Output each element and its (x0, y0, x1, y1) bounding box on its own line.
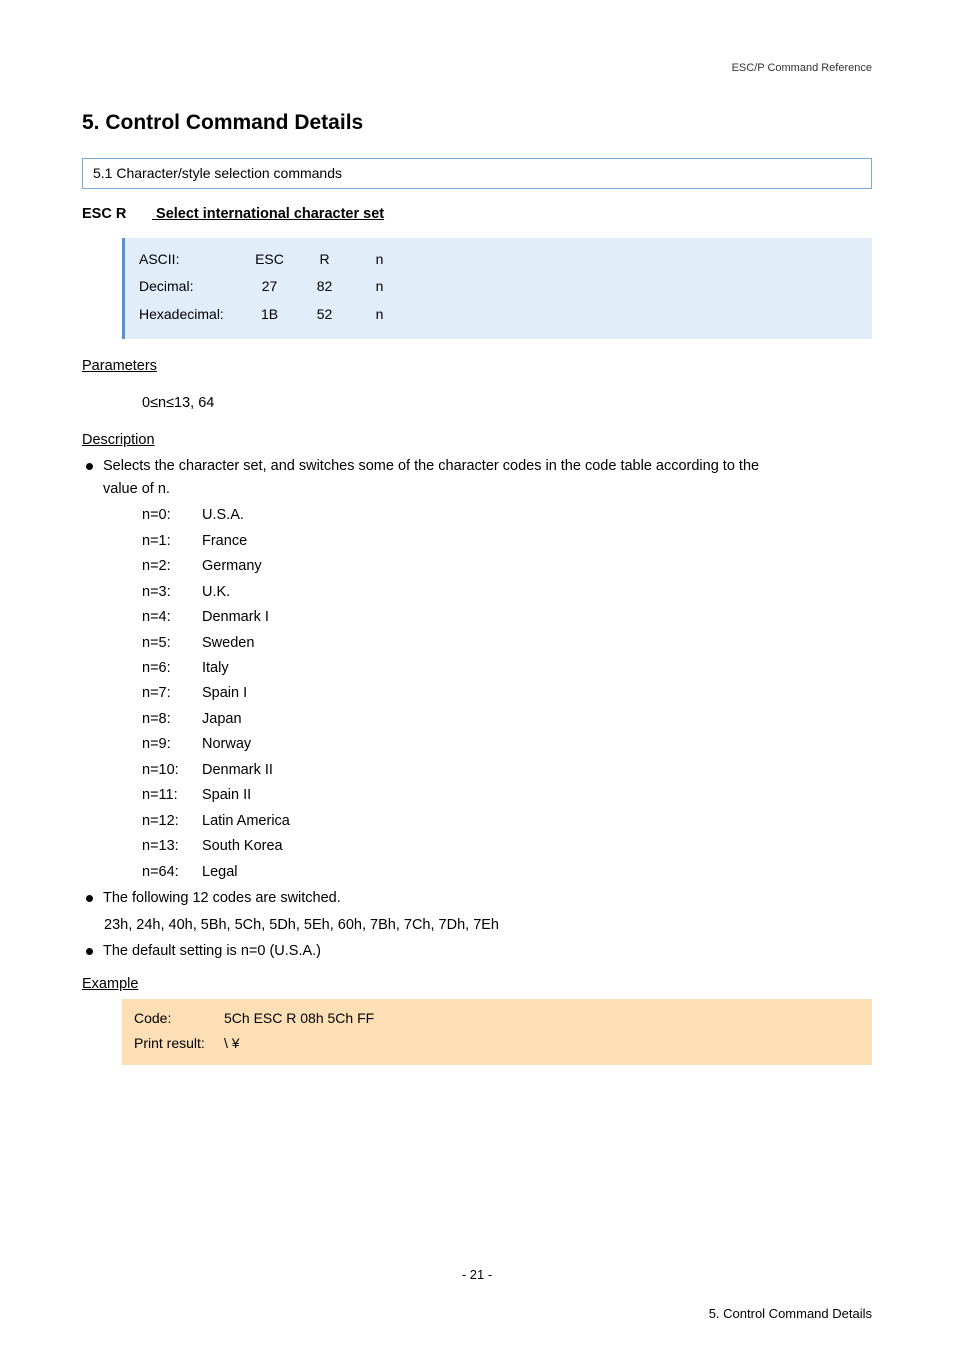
code-cell: n (359, 301, 414, 329)
charset-key: n=10: (142, 759, 202, 781)
bullet-text-line1: Selects the character set, and switches … (103, 458, 759, 474)
bullet-text: The following 12 codes are switched. (103, 887, 872, 909)
list-item: n=64:Legal (142, 861, 872, 883)
charset-value: France (202, 530, 247, 552)
list-item: n=2:Germany (142, 555, 872, 577)
description-heading: Description (82, 429, 872, 451)
bullet-icon (86, 463, 93, 470)
description-bullet-1: Selects the character set, and switches … (82, 455, 872, 500)
section-header-bar: 5.1 Character/style selection commands (82, 158, 872, 190)
code-cell: n (359, 246, 414, 274)
example-box: Code: 5Ch ESC R 08h 5Ch FF Print result:… (122, 999, 872, 1065)
charset-value: Italy (202, 657, 229, 679)
charset-value: Sweden (202, 632, 254, 654)
bullet-text: Selects the character set, and switches … (103, 455, 872, 500)
charset-key: n=12: (142, 810, 202, 832)
code-values-table: ASCII: ESC R n Decimal: 27 82 n Hexadeci… (139, 246, 414, 329)
charset-key: n=13: (142, 835, 202, 857)
code-cell: 82 (304, 273, 359, 301)
charset-key: n=2: (142, 555, 202, 577)
charset-value: Denmark I (202, 606, 269, 628)
example-code-label: Code: (134, 1008, 224, 1030)
example-code-value: 5Ch ESC R 08h 5Ch FF (224, 1008, 374, 1030)
page-number: - 21 - (82, 1265, 872, 1285)
charset-value: U.K. (202, 581, 230, 603)
list-item: n=1:France (142, 530, 872, 552)
example-heading: Example (82, 973, 872, 995)
page-title: 5. Control Command Details (82, 107, 872, 140)
table-row: ASCII: ESC R n (139, 246, 414, 274)
list-item: n=5:Sweden (142, 632, 872, 654)
charset-value: Norway (202, 733, 251, 755)
bullet-icon (86, 948, 93, 955)
list-item: n=0:U.S.A. (142, 504, 872, 526)
charset-key: n=7: (142, 682, 202, 704)
command-name: ESC R (82, 203, 152, 225)
command-heading: ESC R Select international character set (82, 203, 872, 225)
charset-key: n=3: (142, 581, 202, 603)
charset-key: n=0: (142, 504, 202, 526)
example-print-row: Print result: \ ¥ (134, 1033, 860, 1055)
code-cell: n (359, 273, 414, 301)
table-row: Decimal: 27 82 n (139, 273, 414, 301)
list-item: n=11:Spain II (142, 784, 872, 806)
command-title: Select international character set (156, 206, 384, 222)
charset-value: Germany (202, 555, 262, 577)
bullet-text: The default setting is n=0 (U.S.A.) (103, 940, 872, 962)
charset-key: n=4: (142, 606, 202, 628)
example-print-label: Print result: (134, 1033, 224, 1055)
charset-key: n=64: (142, 861, 202, 883)
description-bullet-3: The default setting is n=0 (U.S.A.) (82, 940, 872, 962)
parameters-value: 0≤n≤13, 64 (142, 392, 872, 414)
example-code-row: Code: 5Ch ESC R 08h 5Ch FF (134, 1008, 860, 1030)
table-row: Hexadecimal: 1B 52 n (139, 301, 414, 329)
charset-value: U.S.A. (202, 504, 244, 526)
list-item: n=3:U.K. (142, 581, 872, 603)
code-label-decimal: Decimal: (139, 273, 249, 301)
charset-key: n=6: (142, 657, 202, 679)
parameters-heading: Parameters (82, 355, 872, 377)
bullet-icon (86, 895, 93, 902)
charset-value: Spain I (202, 682, 247, 704)
charset-key: n=8: (142, 708, 202, 730)
list-item: n=12:Latin America (142, 810, 872, 832)
list-item: n=9:Norway (142, 733, 872, 755)
charset-key: n=11: (142, 784, 202, 806)
charset-value: Spain II (202, 784, 251, 806)
charset-key: n=1: (142, 530, 202, 552)
list-item: n=13:South Korea (142, 835, 872, 857)
charset-key: n=9: (142, 733, 202, 755)
charset-value: Denmark II (202, 759, 273, 781)
code-label-hex: Hexadecimal: (139, 301, 249, 329)
list-item: n=7:Spain I (142, 682, 872, 704)
list-item: n=6:Italy (142, 657, 872, 679)
charset-value: South Korea (202, 835, 283, 857)
list-item: n=8:Japan (142, 708, 872, 730)
code-cell: 52 (304, 301, 359, 329)
charset-key: n=5: (142, 632, 202, 654)
charset-value: Latin America (202, 810, 290, 832)
code-cell: R (304, 246, 359, 274)
switched-codes: 23h, 24h, 40h, 5Bh, 5Ch, 5Dh, 5Eh, 60h, … (104, 914, 872, 936)
code-label-ascii: ASCII: (139, 246, 249, 274)
description-bullet-2: The following 12 codes are switched. (82, 887, 872, 909)
bullet-text-line2: value of n. (103, 481, 170, 497)
code-cell: ESC (249, 246, 304, 274)
code-cell: 1B (249, 301, 304, 329)
list-item: n=10:Denmark II (142, 759, 872, 781)
example-print-value: \ ¥ (224, 1033, 240, 1055)
charset-list: n=0:U.S.A. n=1:France n=2:Germany n=3:U.… (142, 504, 872, 883)
page-header-right: ESC/P Command Reference (82, 60, 872, 77)
list-item: n=4:Denmark I (142, 606, 872, 628)
code-cell: 27 (249, 273, 304, 301)
charset-value: Japan (202, 708, 242, 730)
charset-value: Legal (202, 861, 237, 883)
page-footer-right: 5. Control Command Details (82, 1304, 872, 1324)
code-values-box: ASCII: ESC R n Decimal: 27 82 n Hexadeci… (122, 238, 872, 339)
